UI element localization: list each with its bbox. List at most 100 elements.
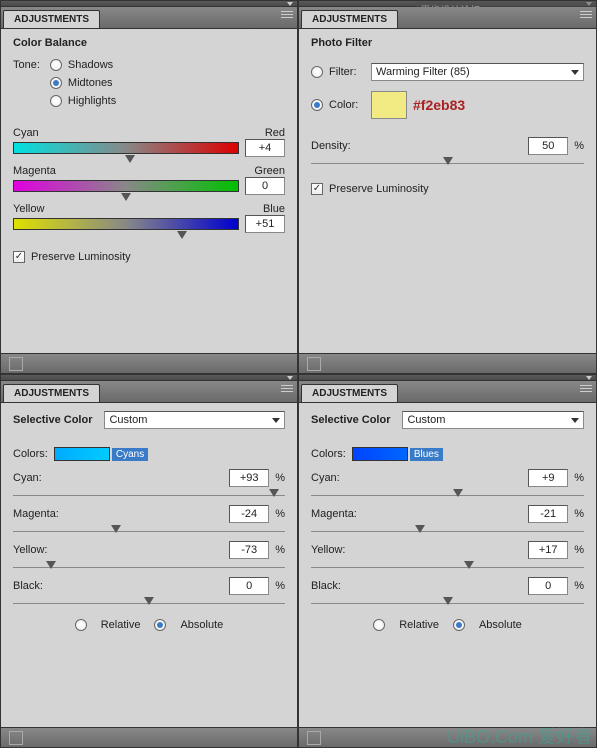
yellow-value[interactable]: +17 bbox=[528, 541, 568, 559]
preset-dropdown[interactable]: Custom bbox=[104, 411, 285, 429]
panel-tabbar: ADJUSTMENTS bbox=[299, 7, 596, 29]
panel-title: Selective Color bbox=[311, 414, 390, 426]
black-slider[interactable] bbox=[13, 601, 285, 605]
preserve-luminosity-checkbox[interactable] bbox=[13, 251, 25, 263]
magenta-slider[interactable] bbox=[311, 529, 584, 533]
relative-label: Relative bbox=[101, 619, 141, 631]
magenta-green-slider[interactable] bbox=[13, 180, 239, 192]
preserve-luminosity-label: Preserve Luminosity bbox=[329, 183, 429, 195]
highlights-radio[interactable] bbox=[50, 95, 62, 107]
filter-radio[interactable] bbox=[311, 66, 323, 78]
panel-tabbar: ADJUSTMENTS bbox=[1, 7, 297, 29]
highlights-label: Highlights bbox=[68, 95, 116, 107]
shadows-label: Shadows bbox=[68, 59, 113, 71]
midtones-label: Midtones bbox=[68, 77, 113, 89]
footer-icon[interactable] bbox=[9, 357, 23, 371]
cyan-slider[interactable] bbox=[13, 493, 285, 497]
magenta-label: Magenta: bbox=[13, 508, 67, 520]
yellow-slider[interactable] bbox=[311, 565, 584, 569]
tone-label: Tone: bbox=[13, 59, 40, 113]
preset-dropdown[interactable]: Custom bbox=[402, 411, 584, 429]
color-radio[interactable] bbox=[311, 99, 323, 111]
magenta-value[interactable]: -21 bbox=[528, 505, 568, 523]
cyan-label: Cyan: bbox=[13, 472, 67, 484]
density-slider[interactable] bbox=[311, 161, 584, 165]
footer-icon[interactable] bbox=[9, 731, 23, 745]
color-hex: #f2eb83 bbox=[413, 97, 465, 113]
panel-title: Color Balance bbox=[13, 37, 285, 49]
adjustments-tab[interactable]: ADJUSTMENTS bbox=[301, 384, 398, 402]
panel-color-balance: ADJUSTMENTS Color Balance Tone: Shadows … bbox=[0, 0, 298, 374]
density-label: Density: bbox=[311, 140, 355, 152]
cyan-red-value[interactable]: +4 bbox=[245, 139, 285, 157]
cyan-label: Cyan bbox=[13, 127, 39, 139]
panel-tabbar: ADJUSTMENTS bbox=[299, 381, 596, 403]
relative-radio[interactable] bbox=[75, 619, 87, 631]
blue-label: Blue bbox=[263, 203, 285, 215]
panel-selective-color-2: ADJUSTMENTS Selective Color Custom Color… bbox=[298, 374, 597, 748]
black-label: Black: bbox=[13, 580, 67, 592]
yellow-label: Yellow bbox=[13, 203, 44, 215]
density-value[interactable]: 50 bbox=[528, 137, 568, 155]
panel-photo-filter: 思缘设计论坛 WWW.MISSYUAN.COM ADJUSTMENTS Phot… bbox=[298, 0, 597, 374]
magenta-slider[interactable] bbox=[13, 529, 285, 533]
yellow-blue-value[interactable]: +51 bbox=[245, 215, 285, 233]
black-value[interactable]: 0 bbox=[229, 577, 269, 595]
yellow-label: Yellow: bbox=[13, 544, 67, 556]
panel-menu-icon[interactable] bbox=[580, 11, 592, 18]
preserve-luminosity-label: Preserve Luminosity bbox=[31, 251, 131, 263]
black-slider[interactable] bbox=[311, 601, 584, 605]
percent-label: % bbox=[574, 140, 584, 152]
panel-selective-color-1: ADJUSTMENTS Selective Color Custom Color… bbox=[0, 374, 298, 748]
panel-title: Photo Filter bbox=[311, 37, 584, 49]
black-value[interactable]: 0 bbox=[528, 577, 568, 595]
magenta-green-value[interactable]: 0 bbox=[245, 177, 285, 195]
cyan-slider[interactable] bbox=[311, 493, 584, 497]
watermark-bottom: UiBO.Com 爱好者 bbox=[447, 723, 592, 748]
midtones-radio[interactable] bbox=[50, 77, 62, 89]
relative-radio[interactable] bbox=[373, 619, 385, 631]
cyan-label: Cyan: bbox=[311, 472, 365, 484]
cyan-value[interactable]: +93 bbox=[229, 469, 269, 487]
colors-label: Colors: bbox=[13, 448, 48, 460]
panel-footer bbox=[1, 353, 297, 373]
panel-footer bbox=[1, 727, 297, 747]
cyan-value[interactable]: +9 bbox=[528, 469, 568, 487]
absolute-radio[interactable] bbox=[453, 619, 465, 631]
colors-label: Colors: bbox=[311, 448, 346, 460]
panel-menu-icon[interactable] bbox=[281, 11, 293, 18]
panel-footer bbox=[299, 353, 596, 373]
magenta-label: Magenta bbox=[13, 165, 56, 177]
color-swatch[interactable] bbox=[371, 91, 407, 119]
absolute-radio[interactable] bbox=[154, 619, 166, 631]
footer-icon[interactable] bbox=[307, 357, 321, 371]
red-label: Red bbox=[265, 127, 285, 139]
colors-dropdown[interactable]: Cyans bbox=[54, 445, 154, 463]
absolute-label: Absolute bbox=[180, 619, 223, 631]
adjustments-tab[interactable]: ADJUSTMENTS bbox=[301, 10, 398, 28]
green-label: Green bbox=[254, 165, 285, 177]
filter-label: Filter: bbox=[329, 66, 365, 78]
yellow-blue-slider[interactable] bbox=[13, 218, 239, 230]
panel-tabbar: ADJUSTMENTS bbox=[1, 381, 297, 403]
panel-title: Selective Color bbox=[13, 414, 92, 426]
footer-icon[interactable] bbox=[307, 731, 321, 745]
panel-menu-icon[interactable] bbox=[281, 385, 293, 392]
adjustments-tab[interactable]: ADJUSTMENTS bbox=[3, 384, 100, 402]
absolute-label: Absolute bbox=[479, 619, 522, 631]
cyan-red-slider[interactable] bbox=[13, 142, 239, 154]
yellow-label: Yellow: bbox=[311, 544, 365, 556]
magenta-label: Magenta: bbox=[311, 508, 365, 520]
filter-dropdown[interactable]: Warming Filter (85) bbox=[371, 63, 584, 81]
shadows-radio[interactable] bbox=[50, 59, 62, 71]
magenta-value[interactable]: -24 bbox=[229, 505, 269, 523]
adjustments-tab[interactable]: ADJUSTMENTS bbox=[3, 10, 100, 28]
color-label: Color: bbox=[329, 99, 365, 111]
preserve-luminosity-checkbox[interactable] bbox=[311, 183, 323, 195]
panel-menu-icon[interactable] bbox=[580, 385, 592, 392]
colors-dropdown[interactable]: Blues bbox=[352, 445, 449, 463]
yellow-slider[interactable] bbox=[13, 565, 285, 569]
relative-label: Relative bbox=[399, 619, 439, 631]
yellow-value[interactable]: -73 bbox=[229, 541, 269, 559]
black-label: Black: bbox=[311, 580, 365, 592]
